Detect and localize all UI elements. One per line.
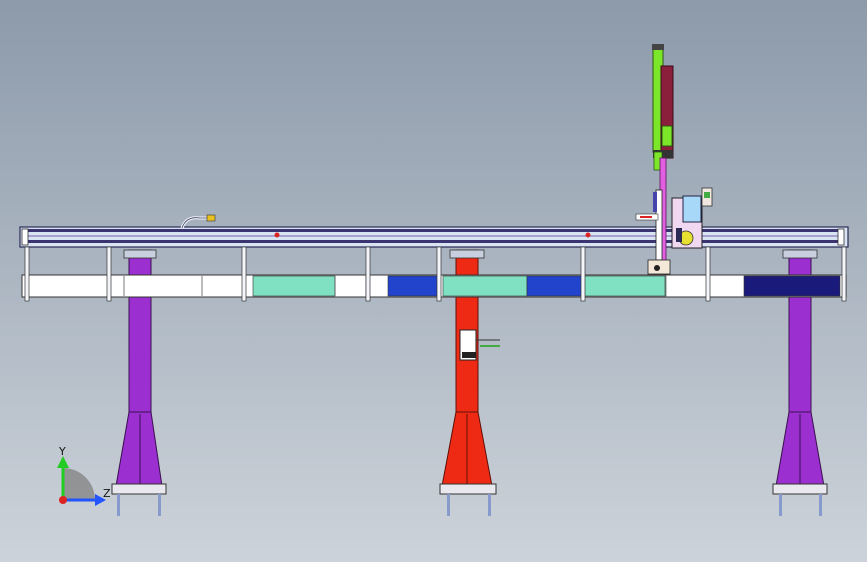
hanger-post [436, 246, 442, 302]
panel-segment [526, 275, 584, 297]
panel-segment [743, 275, 841, 297]
panel-segment [252, 275, 336, 297]
gantry-drawing: Y Z [0, 0, 867, 562]
panel-segment [442, 275, 528, 297]
hanger-post [580, 246, 586, 302]
panel-segment [583, 275, 667, 297]
hanger-post [106, 246, 112, 302]
hanger-post [241, 246, 247, 302]
axis-z-label: Z [103, 487, 111, 500]
cad-viewport[interactable]: Y Z [0, 0, 867, 562]
hanger-post [841, 246, 847, 302]
hanger-post [24, 246, 30, 302]
axis-y-label: Y [58, 445, 66, 458]
hanger-post [705, 246, 711, 302]
panel-segment [387, 275, 439, 297]
panel-strip [21, 274, 847, 298]
hanger-post [365, 246, 371, 302]
